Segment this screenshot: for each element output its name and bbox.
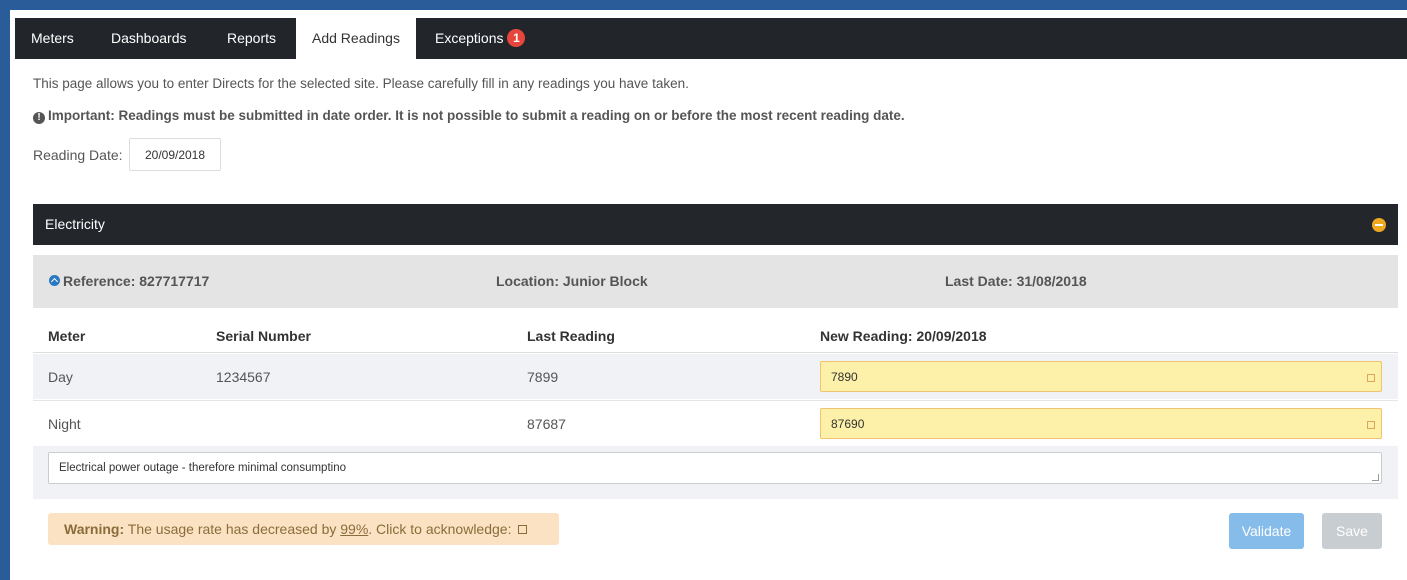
column-header-meter: Meter [48,328,86,344]
chevron-up-circle-icon[interactable] [49,275,60,286]
table-row: Day 1234567 7899 [33,354,1398,399]
electricity-panel-header[interactable]: Electricity [33,204,1398,245]
comment-textarea[interactable]: Electrical power outage - therefore mini… [48,452,1382,484]
reference-text: Reference: 827717717 [63,273,210,289]
info-icon: ! [33,112,45,124]
usage-warning-alert[interactable]: Warning: The usage rate has decreased by… [48,513,559,545]
app-container: Meters Dashboards Reports Add Readings E… [15,10,1407,580]
meter-name: Day [48,369,73,385]
new-reading-input-night[interactable] [820,408,1382,439]
reading-date-label: Reading Date: [33,147,123,163]
tab-meters[interactable]: Meters [15,18,90,59]
column-header-last-reading: Last Reading [527,328,615,344]
warning-square-icon [1367,374,1375,382]
column-header-new-reading: New Reading: 20/09/2018 [820,328,987,344]
location: Location: Junior Block [496,273,648,289]
last-reading: 87687 [527,416,566,432]
resize-handle-icon[interactable] [1372,474,1379,481]
important-notice: ! Important: Readings must be submitted i… [33,108,905,124]
tab-reports[interactable]: Reports [211,18,292,59]
table-row: Night 87687 [33,400,1398,446]
warning-percent: 99% [340,521,369,537]
last-date: Last Date: 31/08/2018 [945,273,1087,289]
meter-name: Night [48,416,81,432]
panel-title: Electricity [45,216,105,232]
intro-text: This page allows you to enter Directs fo… [33,76,689,91]
save-button[interactable]: Save [1322,513,1382,549]
meter-reference-bar[interactable]: Reference: 827717717 Location: Junior Bl… [33,255,1398,308]
tab-exceptions[interactable]: Exceptions 1 [419,18,541,59]
tab-add-readings[interactable]: Add Readings [296,18,416,59]
reference: Reference: 827717717 [49,273,209,289]
header-divider [33,352,1398,353]
top-nav: Meters Dashboards Reports Add Readings E… [15,18,1407,59]
tab-exceptions-label: Exceptions [435,30,504,46]
tab-dashboards[interactable]: Dashboards [95,18,203,59]
important-text: Important: Readings must be submitted in… [48,108,905,123]
column-header-serial: Serial Number [216,328,311,344]
reading-date-input[interactable] [129,138,221,171]
window-frame-left [0,0,10,580]
new-reading-input-day[interactable] [820,361,1382,392]
last-reading: 7899 [527,369,559,385]
acknowledge-checkbox-icon[interactable] [518,525,528,534]
comment-text: Electrical power outage - therefore mini… [59,462,346,474]
validate-button[interactable]: Validate [1229,513,1304,549]
exceptions-count-badge: 1 [507,29,526,47]
comment-area: Electrical power outage - therefore mini… [33,446,1398,499]
window-frame-top [0,0,1407,10]
warning-text: The usage rate has decreased by [127,521,337,537]
warning-square-icon [1367,421,1375,429]
warning-label: Warning: [64,521,125,537]
warning-text-after: . Click to acknowledge: [368,521,512,537]
collapse-minus-icon[interactable] [1372,218,1386,232]
serial-number: 1234567 [216,369,271,385]
